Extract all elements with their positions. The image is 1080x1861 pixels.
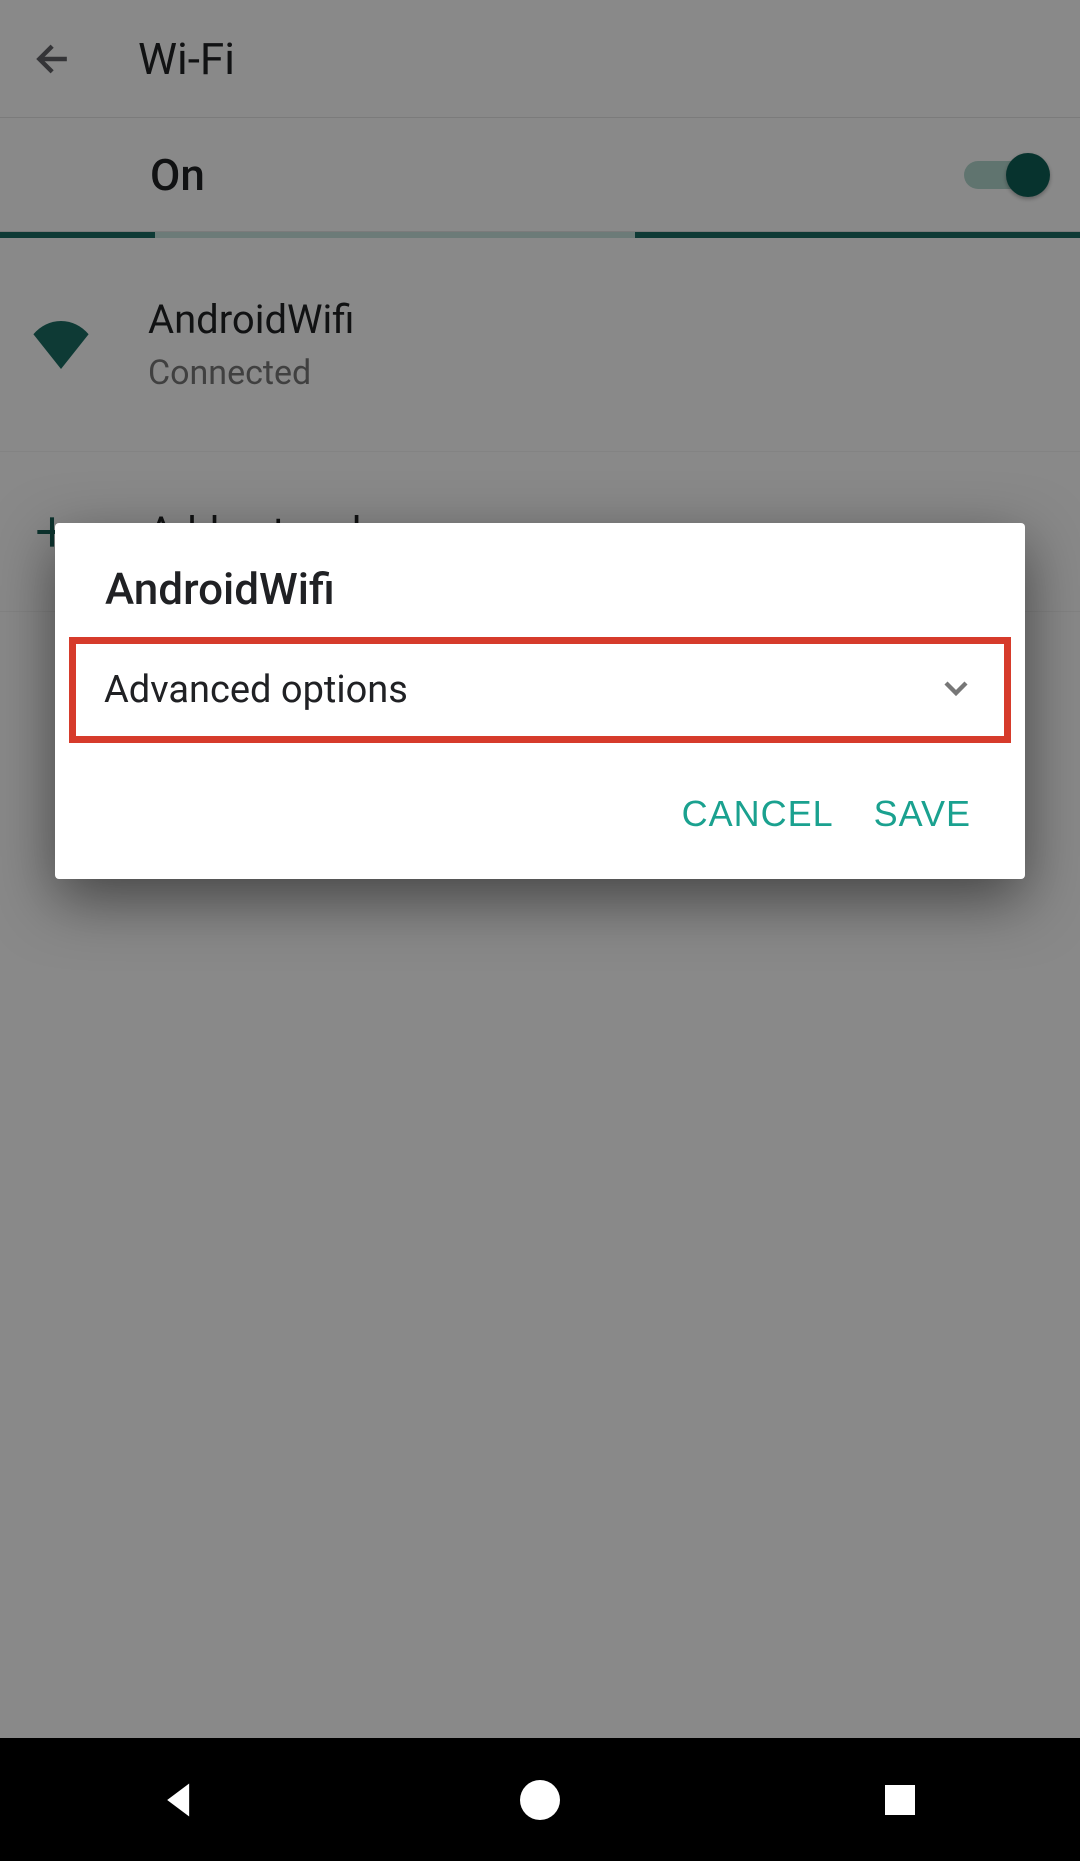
nav-back-icon [158,1778,202,1822]
nav-recents-button[interactable] [820,1760,980,1840]
wifi-settings-screen: Wi-Fi On AndroidWifi Connected [0,0,1080,1861]
wifi-edit-dialog: AndroidWifi Advanced options CANCEL SAVE [55,523,1025,879]
nav-back-button[interactable] [100,1760,260,1840]
system-nav-bar [0,1738,1080,1861]
dialog-actions: CANCEL SAVE [55,743,1025,879]
nav-home-button[interactable] [460,1760,620,1840]
save-button[interactable]: SAVE [874,793,971,835]
modal-scrim[interactable] [0,0,1080,1861]
chevron-down-icon [936,668,976,712]
nav-home-icon [516,1776,564,1824]
advanced-options-label: Advanced options [104,668,408,712]
dialog-title: AndroidWifi [55,563,1025,629]
advanced-options-row[interactable]: Advanced options [69,637,1011,743]
cancel-button[interactable]: CANCEL [682,793,834,835]
nav-recents-icon [880,1780,920,1820]
